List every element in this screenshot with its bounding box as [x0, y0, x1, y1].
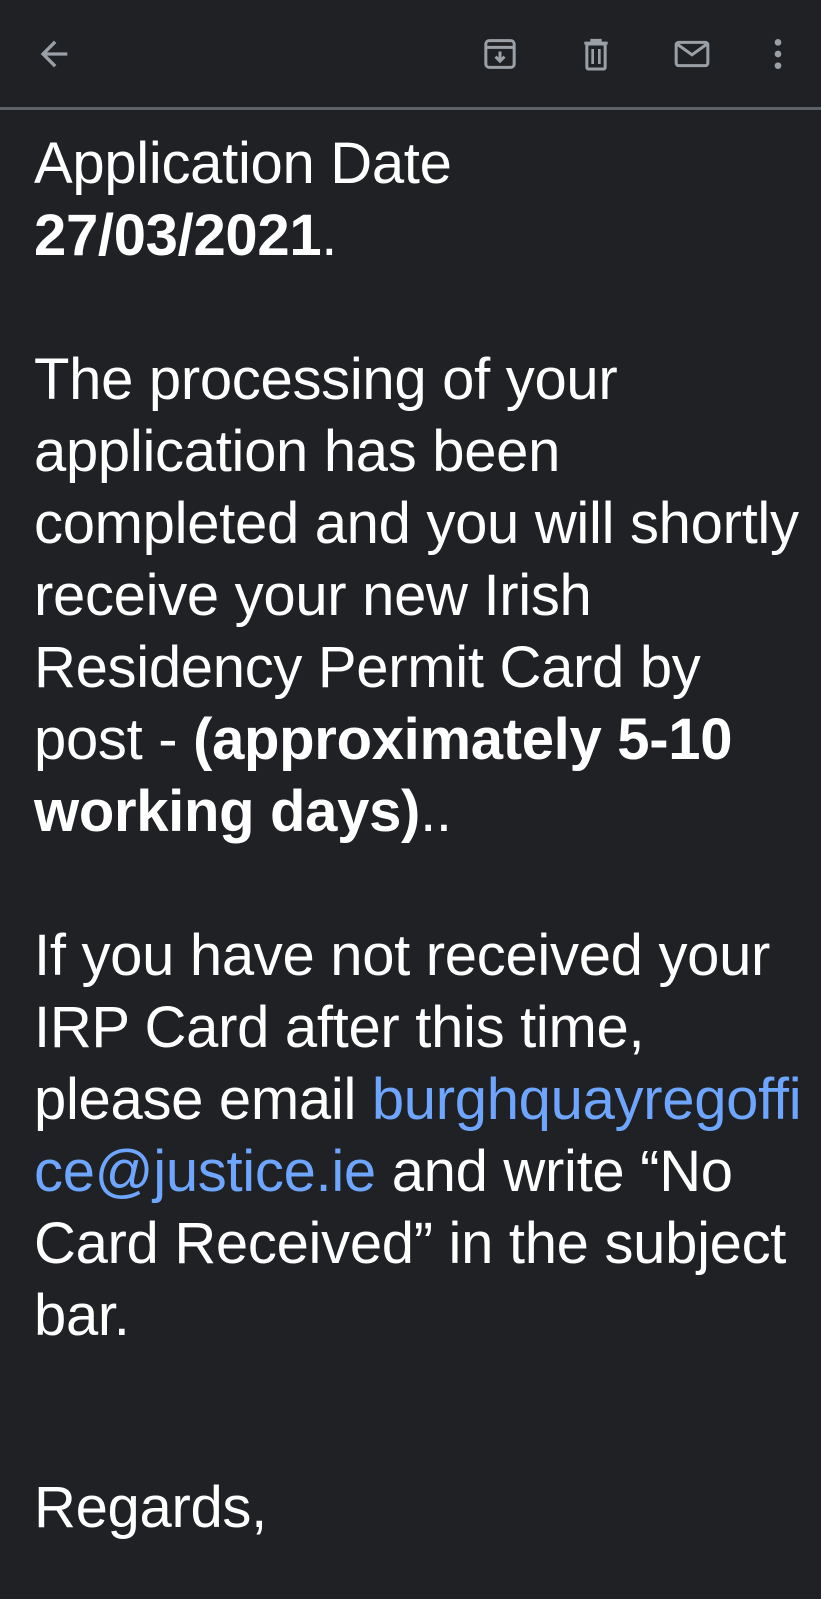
arrow-back-icon[interactable] [30, 30, 78, 78]
application-date-label: Application Date [34, 131, 452, 196]
top-app-bar [0, 0, 821, 110]
date-suffix: . [321, 203, 338, 268]
application-date-value: 27/03/2021 [34, 203, 322, 268]
mail-icon[interactable] [668, 30, 716, 78]
processing-paragraph: The processing of your application has b… [34, 344, 804, 848]
trash-icon[interactable] [572, 30, 620, 78]
not-received-paragraph: If you have not received your IRP Card a… [34, 920, 804, 1352]
processing-suffix: .. [420, 779, 452, 844]
archive-icon[interactable] [476, 30, 524, 78]
email-body: Application Date 27/03/2021. The process… [34, 128, 804, 1544]
closing-text: Regards, [34, 1475, 267, 1540]
more-vert-icon[interactable] [754, 30, 802, 78]
application-date-paragraph: Application Date 27/03/2021. [34, 128, 804, 272]
